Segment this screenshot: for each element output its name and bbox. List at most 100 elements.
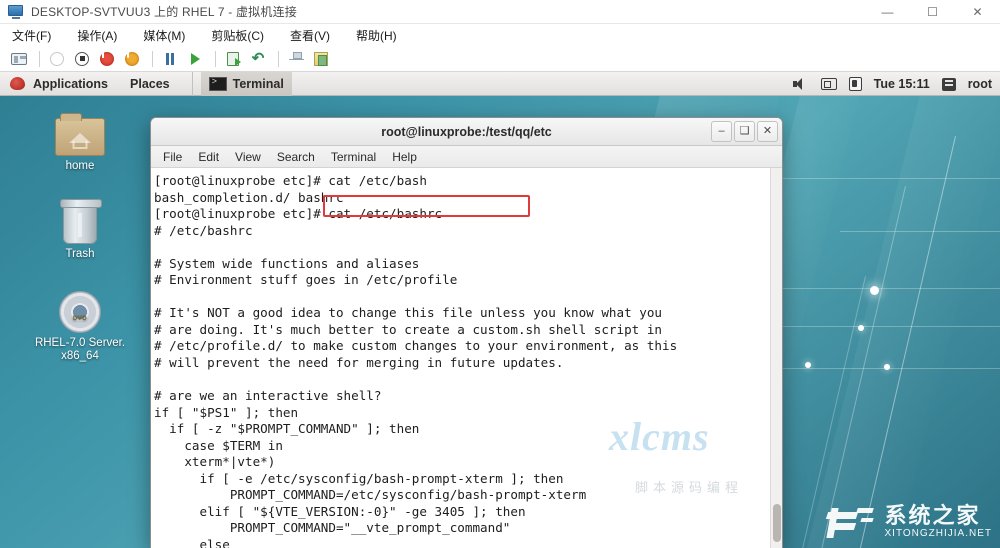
host-close-button[interactable]: ✕	[955, 0, 1000, 24]
host-menu-clipboard[interactable]: 剪贴板(C)	[211, 27, 264, 44]
panel-user-menu[interactable]: root	[968, 77, 992, 91]
gnome-panel-tray: Tue 15:11 root	[792, 72, 1000, 96]
screen-root: DESKTOP-SVTVUU3 上的 RHEL 7 - 虚拟机连接 — ☐ ✕ …	[0, 0, 1000, 548]
host-menubar: 文件(F) 操作(A) 媒体(M) 剪贴板(C) 查看(V) 帮助(H)	[0, 24, 1000, 46]
terminal-menu-search[interactable]: Search	[277, 150, 315, 164]
start-button[interactable]	[46, 49, 68, 69]
host-menu-media[interactable]: 媒体(M)	[143, 27, 185, 44]
terminal-body[interactable]: [root@linuxprobe etc]# cat /etc/bash bash…	[151, 168, 782, 548]
panel-divider	[191, 71, 193, 96]
trash-icon	[32, 192, 128, 244]
toolbar-separator	[39, 50, 40, 67]
desktop-icon-label: RHEL-7.0 Server. x86_64	[34, 337, 126, 362]
terminal-minimize-button[interactable]: ‒	[711, 121, 732, 142]
shutdown-button[interactable]	[71, 49, 93, 69]
dvd-drive-icon	[32, 281, 128, 333]
desktop-icon-dvd[interactable]: RHEL-7.0 Server. x86_64	[32, 281, 128, 363]
places-menu[interactable]: Places	[130, 77, 170, 91]
snapshot-icon	[227, 51, 241, 66]
terminal-titlebar[interactable]: root@linuxprobe:/test/qq/etc ‒ ❑ ✕	[151, 118, 782, 146]
circle-dim-icon	[50, 51, 64, 66]
checklist-icon	[314, 51, 328, 66]
host-window-title: DESKTOP-SVTVUU3 上的 RHEL 7 - 虚拟机连接	[31, 5, 297, 19]
host-toolbar: ↶	[0, 46, 1000, 72]
user-icon	[941, 77, 956, 91]
watermark-en-text: XITONGZHIJIA.NET	[884, 528, 992, 539]
host-menu-action[interactable]: 操作(A)	[77, 27, 117, 44]
xitongzhijia-logo-icon	[825, 502, 879, 542]
terminal-window[interactable]: root@linuxprobe:/test/qq/etc ‒ ❑ ✕ File …	[150, 117, 783, 548]
terminal-line: # /etc/bashrc	[154, 222, 253, 238]
terminal-scrollbar-thumb[interactable]	[773, 504, 781, 542]
terminal-line: # /etc/profile.d/ to make custom changes…	[154, 338, 678, 354]
panel-clock[interactable]: Tue 15:11	[874, 77, 930, 91]
ctrl-alt-del-button[interactable]	[8, 49, 30, 69]
desktop-icon-label: Trash	[65, 248, 95, 260]
resume-button[interactable]	[184, 49, 206, 69]
watermark-bottom-right: 系统之家 XITONGZHIJIA.NET	[825, 502, 993, 542]
toolbar-separator-4	[278, 50, 279, 67]
terminal-line: # It's NOT a good idea to change this fi…	[154, 305, 662, 321]
terminal-maximize-button[interactable]: ❑	[734, 121, 755, 142]
host-menu-view[interactable]: 查看(V)	[290, 27, 330, 44]
terminal-menu-edit[interactable]: Edit	[198, 150, 219, 164]
terminal-line: xterm*|vte*)	[154, 454, 276, 470]
terminal-menu-help[interactable]: Help	[392, 150, 417, 164]
accessibility-icon[interactable]	[848, 77, 862, 91]
terminal-line: # Environment stuff goes in /etc/profile	[154, 272, 458, 288]
terminal-close-button[interactable]: ✕	[757, 121, 778, 142]
vm-monitor-icon	[8, 4, 24, 19]
toolbar-separator-2	[152, 50, 153, 67]
display-icon[interactable]	[820, 78, 837, 90]
checkpoint-button[interactable]	[222, 49, 244, 69]
terminal-line: case $TERM in	[154, 437, 283, 453]
terminal-menu-file[interactable]: File	[163, 150, 182, 164]
power-red-icon	[100, 51, 114, 66]
play-icon	[190, 52, 200, 65]
terminal-line: # are we an interactive shell?	[154, 388, 382, 404]
terminal-menu-view[interactable]: View	[235, 150, 261, 164]
host-maximize-button[interactable]: ☐	[910, 0, 955, 24]
toolbar-separator-3	[215, 50, 216, 67]
terminal-window-controls: ‒ ❑ ✕	[711, 121, 778, 142]
terminal-thumbnail-icon	[208, 76, 227, 91]
terminal-output[interactable]: [root@linuxprobe etc]# cat /etc/bash bash…	[151, 168, 770, 548]
stop-square-icon	[75, 51, 89, 66]
desktop-icon-home[interactable]: home	[32, 104, 128, 173]
home-folder-icon	[32, 104, 128, 156]
terminal-line: elif [ "${VTE_VERSION:-0}" -ge 3405 ]; t…	[154, 503, 526, 519]
gnome-top-panel: Applications Places Terminal Tue 15:11 r…	[0, 71, 1000, 96]
reset-button[interactable]	[121, 49, 143, 69]
volume-icon[interactable]	[792, 77, 809, 91]
terminal-line: # System wide functions and aliases	[154, 255, 420, 271]
terminal-scrollbar[interactable]	[770, 168, 782, 548]
watermark-cn-text: 系统之家	[884, 503, 981, 528]
taskbar-item-terminal[interactable]: Terminal	[200, 71, 292, 96]
host-minimize-button[interactable]: —	[865, 0, 910, 24]
terminal-line: # are doing. It's much better to create …	[154, 321, 662, 337]
settings-button[interactable]	[310, 49, 332, 69]
terminal-line: else	[154, 537, 230, 548]
turn-off-button[interactable]	[96, 49, 118, 69]
host-window-controls: — ☐ ✕	[865, 0, 1000, 24]
terminal-line: [root@linuxprobe etc]# cat /etc/bashrc	[154, 206, 443, 222]
terminal-line: [root@linuxprobe etc]# cat /etc/bash	[154, 173, 427, 188]
terminal-line: if [ -z "$PROMPT_COMMAND" ]; then	[154, 421, 420, 437]
host-menu-file[interactable]: 文件(F)	[12, 27, 51, 44]
pause-button[interactable]	[159, 49, 181, 69]
terminal-line: # will prevent the need for merging in f…	[154, 355, 564, 371]
network-button[interactable]	[285, 49, 307, 69]
terminal-menu-terminal[interactable]: Terminal	[331, 150, 376, 164]
revert-button[interactable]: ↶	[247, 49, 269, 69]
desktop-icon-label: home	[65, 160, 95, 172]
pause-icon	[166, 52, 174, 65]
power-orange-icon	[125, 51, 139, 66]
revert-arrow-icon: ↶	[251, 50, 265, 67]
host-titlebar: DESKTOP-SVTVUU3 上的 RHEL 7 - 虚拟机连接 — ☐ ✕	[0, 0, 1000, 24]
terminal-menubar: File Edit View Search Terminal Help	[151, 146, 782, 168]
desktop-icon-trash[interactable]: Trash	[32, 192, 128, 261]
network-icon	[288, 52, 304, 65]
host-menu-help[interactable]: 帮助(H)	[356, 27, 397, 44]
applications-menu[interactable]: Applications	[33, 77, 108, 91]
